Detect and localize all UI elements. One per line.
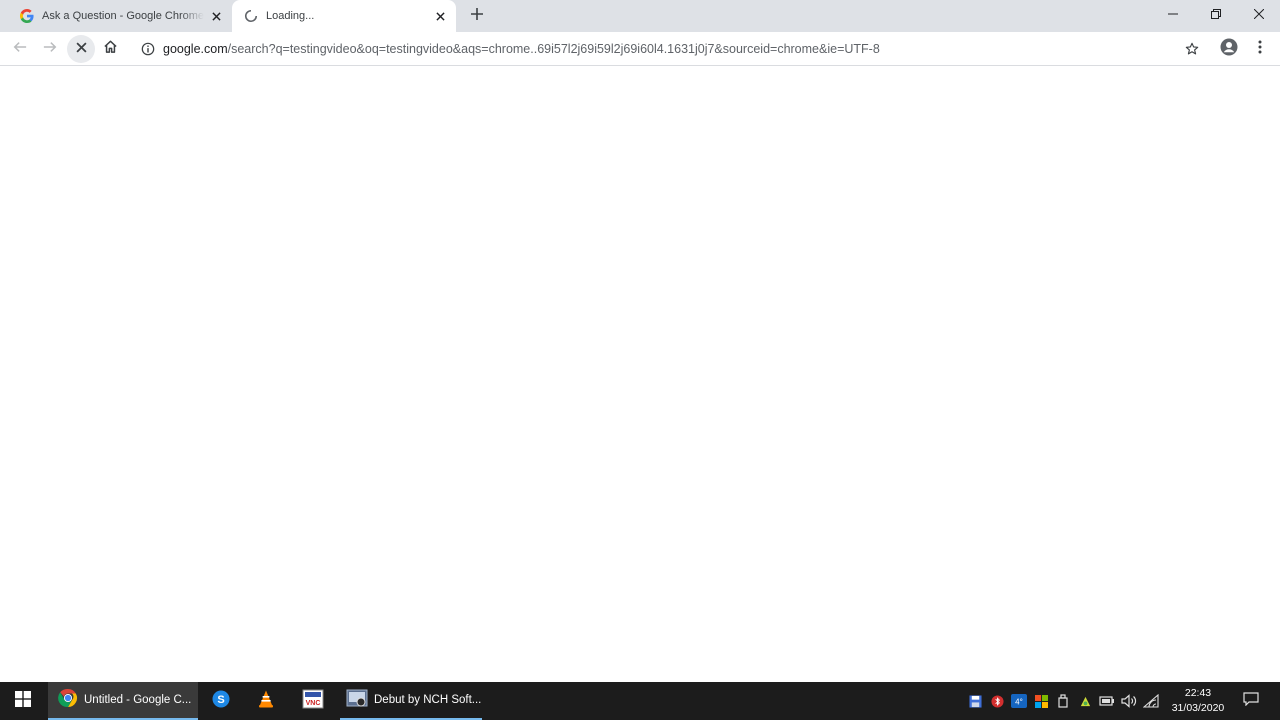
action-center-icon <box>1243 691 1259 711</box>
taskbar-app-chrome[interactable]: Untitled - Google C... <box>48 682 198 720</box>
svg-text:VNC: VNC <box>306 700 321 707</box>
taskbar-app-skype[interactable]: S <box>203 682 239 720</box>
minimize-button[interactable] <box>1151 0 1194 30</box>
tab-loading[interactable]: Loading... <box>232 0 456 32</box>
stop-button[interactable] <box>67 35 95 63</box>
vnc-icon: VNC <box>302 688 324 715</box>
tab-ask-a-question[interactable]: Ask a Question - Google Chrome <box>8 0 232 32</box>
new-tab-button[interactable] <box>466 5 488 27</box>
start-button[interactable] <box>0 682 46 720</box>
forward-button[interactable] <box>36 35 64 63</box>
taskbar-clock[interactable]: 22:43 31/03/2020 <box>1166 682 1230 720</box>
close-icon <box>1253 6 1264 24</box>
url-host: google.com <box>163 42 228 56</box>
restore-icon <box>1210 6 1221 24</box>
system-tray: 4° <box>964 682 1162 720</box>
back-button[interactable] <box>6 35 34 63</box>
clock-date: 31/03/2020 <box>1171 702 1225 714</box>
taskbar-app-debut[interactable]: Debut by NCH Soft... <box>340 682 482 720</box>
loading-spinner-icon <box>243 8 259 24</box>
action-center-button[interactable] <box>1236 682 1266 720</box>
svg-text:S: S <box>217 694 224 706</box>
tab-title: Ask a Question - Google Chrome <box>42 10 204 22</box>
network-app-icon[interactable] <box>1074 682 1096 720</box>
taskbar-app-label: Untitled - Google C... <box>84 694 192 706</box>
wifi-icon[interactable] <box>1140 682 1162 720</box>
taskbar-app-vnc[interactable]: VNC <box>295 682 331 720</box>
url-text[interactable]: google.com/search?q=testingvideo&oq=test… <box>163 42 880 56</box>
vlc-icon <box>256 689 276 714</box>
tab-title: Loading... <box>266 10 315 22</box>
browser-toolbar: google.com/search?q=testingvideo&oq=test… <box>0 32 1280 66</box>
profile-button[interactable] <box>1215 35 1243 63</box>
url-path: /search?q=testingvideo&oq=testingvideo&a… <box>227 42 880 56</box>
windows-logo-icon <box>15 690 31 712</box>
clock-time: 22:43 <box>1184 687 1212 699</box>
google-g-icon <box>19 8 35 24</box>
apps-tray-icon[interactable] <box>1030 682 1052 720</box>
page-content <box>0 67 1280 681</box>
home-icon <box>103 39 118 59</box>
debut-icon <box>346 687 368 714</box>
save-icon[interactable] <box>964 682 986 720</box>
battery-icon[interactable] <box>1096 682 1118 720</box>
close-tab-icon[interactable] <box>208 8 224 24</box>
close-tab-icon[interactable] <box>432 8 448 24</box>
tray-temp-text: 4° <box>1015 698 1023 707</box>
menu-button[interactable] <box>1246 35 1274 63</box>
three-dots-icon <box>1258 40 1262 59</box>
stop-x-icon <box>75 40 87 58</box>
taskbar: Untitled - Google C... S VNC Debut by NC… <box>0 682 1280 720</box>
taskbar-app-vlc[interactable] <box>248 682 284 720</box>
chrome-icon <box>58 688 78 713</box>
volume-icon[interactable] <box>1118 682 1140 720</box>
bluetooth-icon[interactable] <box>986 682 1008 720</box>
window-controls <box>1151 0 1280 30</box>
arrow-left-icon <box>13 40 27 59</box>
usb-icon[interactable] <box>1052 682 1074 720</box>
address-bar[interactable]: google.com/search?q=testingvideo&oq=test… <box>132 35 1208 63</box>
taskbar-app-label: Debut by NCH Soft... <box>374 694 482 706</box>
site-info-icon[interactable] <box>140 41 156 57</box>
restore-button[interactable] <box>1194 0 1237 30</box>
star-icon[interactable] <box>1184 41 1200 57</box>
account-circle-icon <box>1220 38 1238 61</box>
arrow-right-icon <box>43 40 57 59</box>
minimize-icon <box>1167 6 1178 24</box>
temperature-icon[interactable]: 4° <box>1008 682 1030 720</box>
screen: Ask a Question - Google Chrome Loading..… <box>0 0 1280 720</box>
home-button[interactable] <box>96 35 124 63</box>
plus-icon <box>471 7 483 25</box>
close-window-button[interactable] <box>1237 0 1280 30</box>
skype-icon: S <box>211 689 231 714</box>
tab-strip: Ask a Question - Google Chrome Loading..… <box>0 0 1280 32</box>
